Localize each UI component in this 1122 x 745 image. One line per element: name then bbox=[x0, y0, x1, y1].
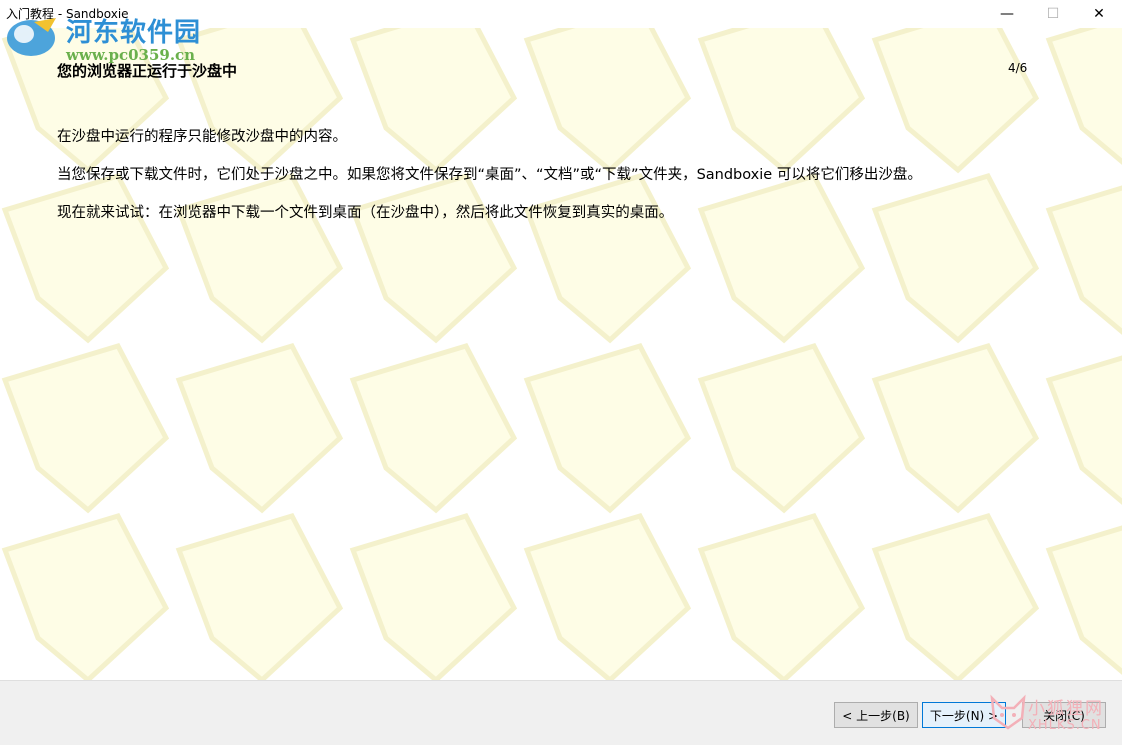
watermark-corner-url: XHLKS.CN bbox=[1028, 718, 1102, 733]
wizard-page: 您的浏览器正运行于沙盘中 4/6 在沙盘中运行的程序只能修改沙盘中的内容。 当您… bbox=[0, 28, 1122, 680]
back-button[interactable]: < 上一步(B) bbox=[834, 702, 918, 728]
watermark-site-name: 河东软件园 bbox=[66, 18, 202, 48]
close-icon: ✕ bbox=[1093, 6, 1105, 22]
watermark-corner: 小狐狸网 XHLKS.CN bbox=[988, 692, 1118, 742]
watermark-logo-icon bbox=[7, 18, 56, 56]
page-indicator: 4/6 bbox=[1008, 61, 1028, 75]
paragraph-3: 现在就来试试：在浏览器中下载一个文件到桌面（在沙盘中），然后将此文件恢复到真实的… bbox=[57, 205, 674, 221]
close-window-button[interactable]: ✕ bbox=[1076, 0, 1122, 28]
maximize-button[interactable]: ☐ bbox=[1030, 0, 1076, 28]
watermark-site-url: www.pc0359.cn bbox=[66, 46, 196, 64]
paragraph-1: 在沙盘中运行的程序只能修改沙盘中的内容。 bbox=[57, 129, 347, 145]
minimize-button[interactable]: — bbox=[984, 0, 1030, 28]
fox-logo-icon bbox=[990, 694, 1026, 730]
maximize-icon: ☐ bbox=[1046, 6, 1060, 22]
watermark-corner-name: 小狐狸网 bbox=[1028, 699, 1104, 719]
button-bar: < 上一步(B) 下一步(N) > 关闭(C) bbox=[0, 680, 1122, 745]
paragraph-2: 当您保存或下载文件时，它们处于沙盘之中。如果您将文件保存到“桌面”、“文档”或“… bbox=[57, 167, 922, 183]
minimize-icon: — bbox=[1000, 6, 1014, 22]
